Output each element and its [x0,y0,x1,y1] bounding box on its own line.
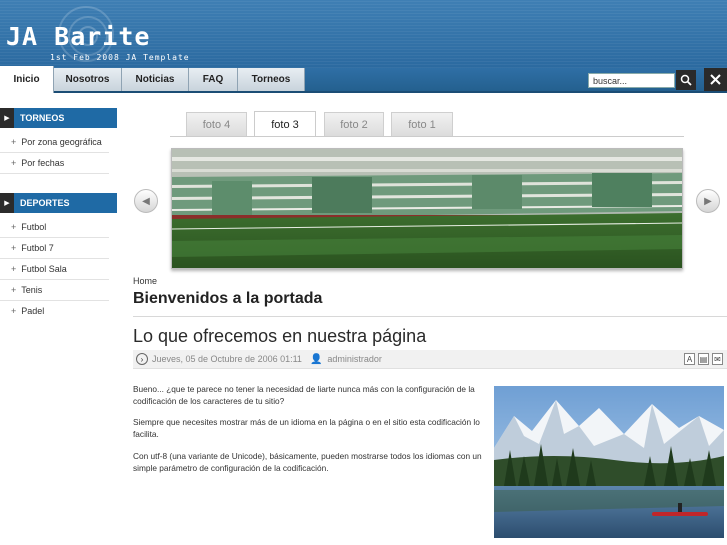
arrow-right-icon: ▶ [0,108,14,128]
search-button[interactable] [676,70,696,90]
plus-icon: + [11,137,17,147]
tab-faq[interactable]: FAQ [189,68,238,91]
pdf-icon[interactable]: A [684,353,695,365]
article-paragraph-1: Bueno... ¿que te parece no tener la nece… [133,384,475,406]
print-icon[interactable]: ▤ [698,353,709,365]
tools-button[interactable] [704,68,727,91]
tab-nosotros[interactable]: Nosotros [54,68,122,91]
tab-torneos[interactable]: Torneos [238,68,305,91]
tools-icon [710,74,721,85]
next-arrow-icon[interactable]: ▶ [696,189,720,213]
sidebar-item-label: Tenis [21,285,43,295]
plus-icon: + [11,285,17,295]
site-header: JA Barite 1st Feb 2008 JA Template [0,0,727,68]
article-author: administrador [327,354,382,364]
gallery-tab-foto-2[interactable]: foto 2 [324,112,384,136]
sidebar-item-fechas[interactable]: + Por fechas [0,153,109,174]
article-paragraph-2: Siempre que necesites mostrar más de un … [133,417,480,439]
sidebar-item-zona[interactable]: + Por zona geográfica [0,132,109,153]
article-actions: A ▤ ✉ [684,353,723,365]
clock-icon: › [136,353,148,365]
plus-icon: + [11,222,17,232]
main-nav: Inicio Nosotros Noticias FAQ Torneos bus… [0,66,727,93]
search-input[interactable]: buscar... [588,73,675,88]
article-date: Jueves, 05 de Octubre de 2006 01:11 [152,354,302,364]
sidebar-heading-label: DEPORTES [20,198,70,208]
sidebar-item-tenis[interactable]: + Tenis [0,280,109,301]
article-paragraph-3: Con utf-8 (una variante de Unicode), bás… [133,451,482,473]
sidebar-heading-deportes: ▶ DEPORTES [0,193,117,213]
divider [133,316,727,317]
arrow-right-icon: ▶ [0,193,14,213]
gallery-photo-stadium [171,148,683,269]
sidebar-heading-torneos: ▶ TORNEOS [0,108,117,128]
gallery-tab-foto-1[interactable]: foto 1 [391,112,453,136]
plus-icon: + [11,305,17,316]
sidebar-item-label: Futbol Sala [21,264,67,274]
sidebar-item-futbol[interactable]: + Futbol [0,217,109,238]
sidebar-heading-label: TORNEOS [20,113,65,123]
sidebar-item-futbol7[interactable]: + Futbol 7 [0,238,109,259]
sidebar-item-label: Por zona geográfica [21,137,102,147]
site-logo[interactable]: JA Barite [6,22,150,51]
email-icon[interactable]: ✉ [712,353,723,365]
plus-icon: + [11,158,17,168]
plus-icon: + [11,264,17,274]
site-tagline: 1st Feb 2008 JA Template [50,53,190,62]
article-image-lake [494,386,724,538]
gallery-tab-foto-3[interactable]: foto 3 [254,111,316,137]
plus-icon: + [11,243,17,253]
breadcrumb[interactable]: Home [133,276,157,286]
tab-noticias[interactable]: Noticias [122,68,189,91]
gallery-tab-foto-4[interactable]: foto 4 [186,112,247,136]
user-icon: 👤 [309,353,323,365]
article-title[interactable]: Lo que ofrecemos en nuestra página [133,326,426,347]
sidebar-item-label: Por fechas [21,158,65,168]
article-meta: › Jueves, 05 de Octubre de 2006 01:11 👤 … [133,350,727,369]
sidebar-item-futbol-sala[interactable]: + Futbol Sala [0,259,109,280]
magnifier-icon [680,74,692,86]
sidebar-item-label: Futbol [21,222,47,232]
gallery-divider [170,136,684,137]
page-title: Bienvenidos a la portada [133,290,323,307]
prev-arrow-icon[interactable]: ◀ [134,189,158,213]
sidebar-item-label: Padel [21,305,45,316]
sidebar-item-label: Futbol 7 [21,243,54,253]
sidebar-item-padel[interactable]: + Padel [0,300,109,321]
tab-inicio[interactable]: Inicio [0,66,54,93]
